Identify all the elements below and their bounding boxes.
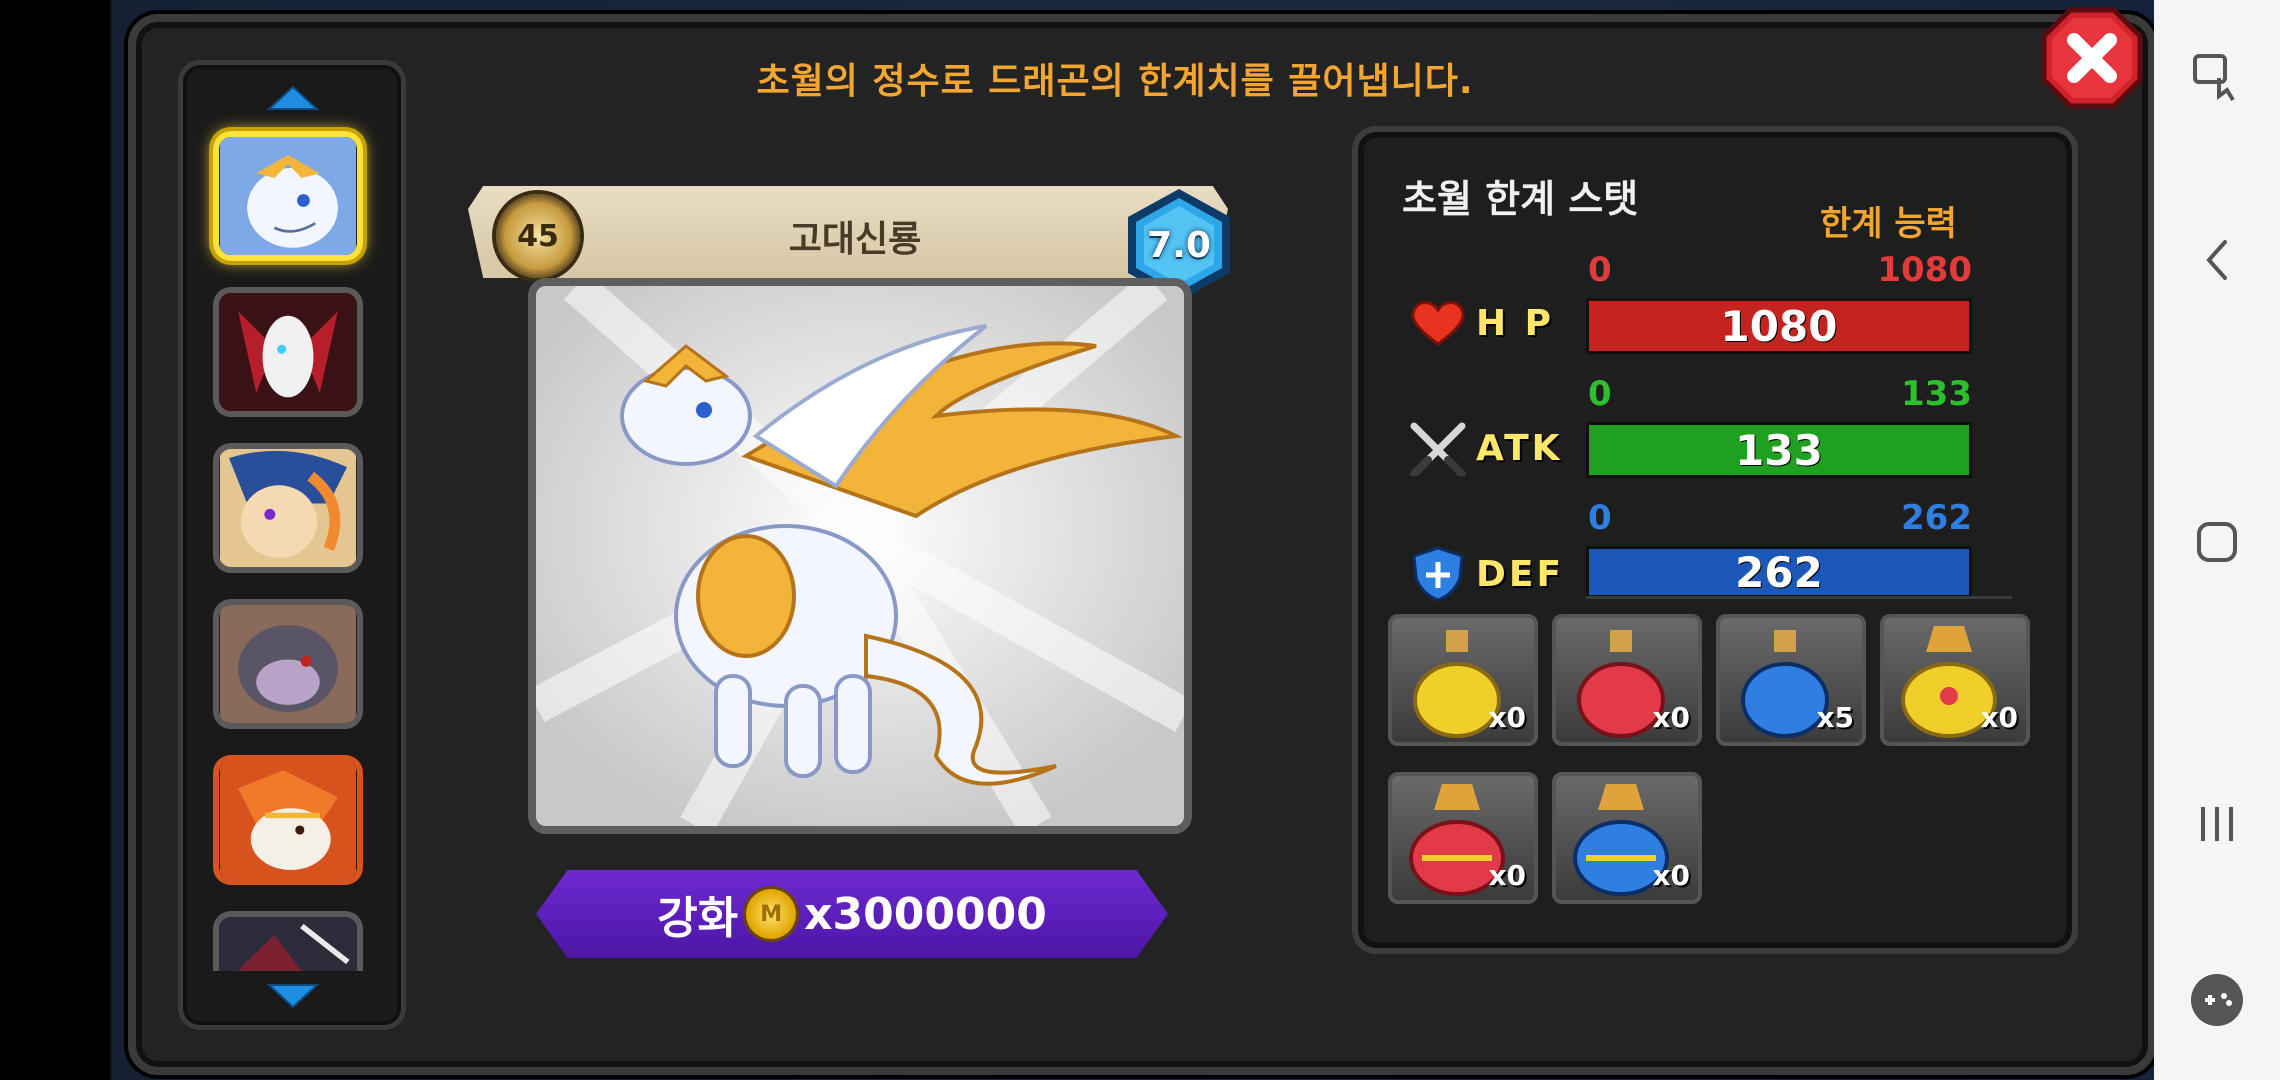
item-slot-yellow-potion[interactable]: x0	[1388, 614, 1538, 746]
def-label: DEF	[1476, 553, 1565, 595]
upgrade-cost: x3000000	[804, 888, 1047, 940]
heart-icon	[1411, 301, 1465, 346]
game-tools-button[interactable]	[2154, 940, 2280, 1060]
item-slot-blue-ornate-potion[interactable]: x0	[1552, 772, 1702, 904]
hp-label: H P	[1476, 302, 1555, 344]
item-count: x0	[1488, 701, 1526, 734]
hp-bar: 1080	[1586, 298, 1972, 354]
dragon-portrait-dark[interactable]	[213, 911, 363, 971]
dragon-portrait-ancient-god[interactable]	[213, 131, 363, 261]
upgrade-button[interactable]: 강화 M x3000000	[536, 870, 1168, 958]
screen-lock-button[interactable]	[2154, 16, 2280, 136]
dragon-portrait-grey-rock[interactable]	[213, 599, 363, 729]
home-button[interactable]	[2154, 482, 2280, 602]
item-slot-gold-ornate-potion[interactable]: x0	[1880, 614, 2030, 746]
item-count: x5	[1816, 701, 1854, 734]
coin-icon: M	[746, 889, 797, 939]
recents-icon	[2201, 807, 2233, 841]
home-icon	[2197, 522, 2237, 562]
hero-grade: 7.0	[1147, 224, 1211, 266]
hero-artwork	[528, 278, 1192, 834]
system-nav-bar	[2154, 0, 2280, 1080]
item-count: x0	[1980, 701, 2018, 734]
item-count: x0	[1488, 859, 1526, 892]
upgrade-label: 강화	[657, 893, 739, 944]
scroll-up-icon[interactable]	[265, 83, 321, 113]
hero-level-badge: 45	[496, 194, 580, 278]
hp-min: 0	[1588, 250, 1612, 290]
item-count: x0	[1652, 701, 1690, 734]
dragon-portrait-red-white[interactable]	[213, 287, 363, 417]
def-label-row: DEF	[1408, 546, 1564, 602]
stats-subtitle: 한계 능력	[1820, 204, 1957, 244]
close-button[interactable]	[2040, 6, 2144, 110]
dragon-artwork-icon	[536, 286, 1184, 826]
hero-name: 고대신룡	[788, 219, 922, 260]
hp-max: 1080	[1877, 250, 1972, 290]
recents-button[interactable]	[2154, 764, 2280, 884]
def-max: 262	[1901, 498, 1972, 538]
dragon-list[interactable]	[178, 60, 406, 1030]
gamepad-icon	[2191, 974, 2243, 1026]
item-slot-blue-potion[interactable]: x5	[1716, 614, 1866, 746]
atk-label-row: ATK	[1408, 420, 1563, 476]
back-icon	[2206, 240, 2227, 280]
shield-icon	[1412, 546, 1464, 602]
touch-lock-icon	[2193, 54, 2235, 102]
item-count: x0	[1652, 859, 1690, 892]
panel-headline: 초월의 정수로 드래곤의 한계치를 끌어냅니다.	[756, 61, 1474, 102]
def-min: 0	[1588, 498, 1612, 538]
dragon-portrait-blue-fire[interactable]	[213, 443, 363, 573]
scroll-down-icon[interactable]	[265, 981, 321, 1011]
atk-bar: 133	[1586, 422, 1972, 478]
def-bar: 262	[1586, 546, 1972, 598]
dragon-portrait-orange-flame[interactable]	[213, 755, 363, 885]
close-icon	[2041, 7, 2143, 109]
hp-label-row: H P	[1408, 298, 1554, 348]
item-slot-red-potion[interactable]: x0	[1552, 614, 1702, 746]
stats-title: 초월 한계 스탯	[1402, 177, 1639, 221]
stats-divider	[1586, 596, 2012, 599]
atk-label: ATK	[1476, 427, 1563, 469]
atk-max: 133	[1901, 374, 1972, 414]
item-slot-red-ornate-potion[interactable]: x0	[1388, 772, 1538, 904]
crossed-swords-icon	[1410, 422, 1466, 476]
atk-min: 0	[1588, 374, 1612, 414]
back-button[interactable]	[2154, 200, 2280, 320]
